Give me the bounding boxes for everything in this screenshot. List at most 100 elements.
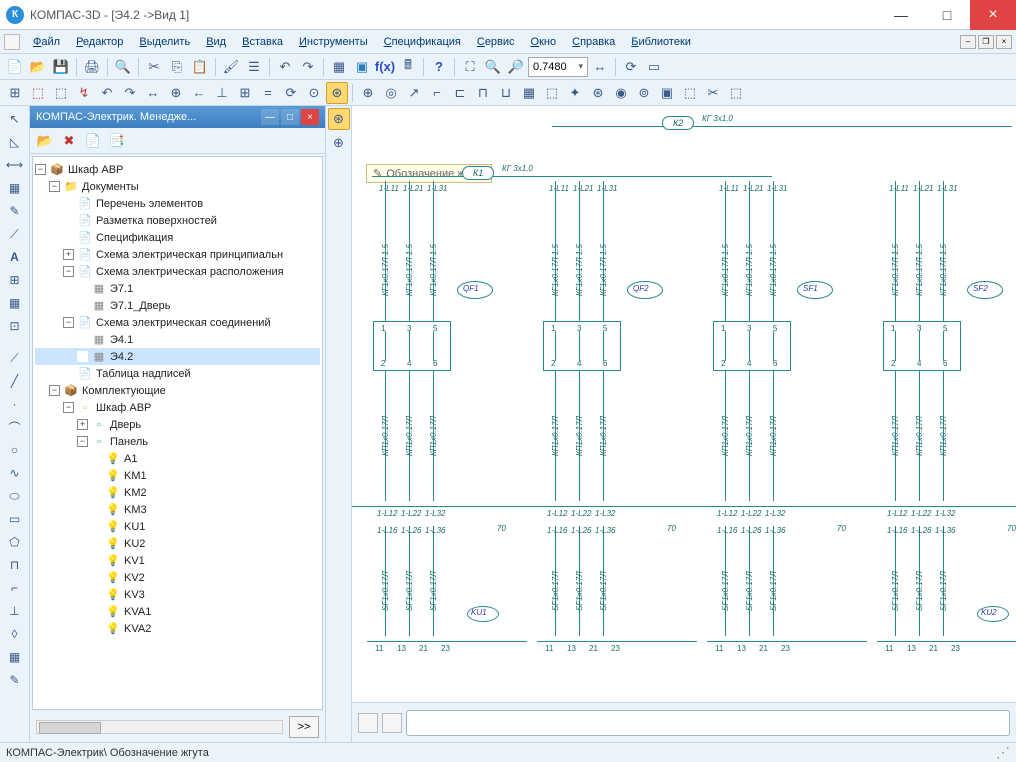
tool-16[interactable]: ◎ (380, 82, 402, 104)
minimize-button[interactable]: — (878, 0, 924, 30)
tool-3[interactable]: ⬚ (50, 82, 72, 104)
panel-close-icon[interactable]: × (301, 109, 319, 125)
panel-open-icon[interactable]: 📂 (34, 130, 56, 152)
tool-24[interactable]: ✦ (564, 82, 586, 104)
tree-item[interactable]: 📄Спецификация (35, 229, 320, 246)
tool-10[interactable]: ⊥ (211, 82, 233, 104)
tool-20[interactable]: ⊓ (472, 82, 494, 104)
sym-icon[interactable]: ⊞ (3, 269, 27, 291)
menu-Сервис[interactable]: Сервис (470, 33, 522, 51)
tool-21[interactable]: ⊔ (495, 82, 517, 104)
tree-item[interactable]: +📄Схема электрическая принципиальн (35, 246, 320, 263)
menu-Спецификация[interactable]: Спецификация (377, 33, 468, 51)
tool-d[interactable]: ◊ (3, 623, 27, 645)
paste-icon[interactable]: 📋 (189, 56, 211, 78)
zoom-out-icon[interactable]: 🔎 (505, 56, 527, 78)
tool-29[interactable]: ⬚ (679, 82, 701, 104)
tool-23[interactable]: ⬚ (541, 82, 563, 104)
poly-icon[interactable]: ⬠ (3, 531, 27, 553)
tool-28[interactable]: ▣ (656, 82, 678, 104)
tool-b[interactable]: ⌐ (3, 577, 27, 599)
maximize-button[interactable]: □ (924, 0, 970, 30)
tree-item[interactable]: −📦Комплектующие (35, 382, 320, 399)
el-icon[interactable]: ⬭ (3, 485, 27, 507)
tool-2[interactable]: ⬚ (27, 82, 49, 104)
tree-item[interactable]: 💡KV1 (35, 552, 320, 569)
window-icon[interactable]: ▭ (643, 56, 665, 78)
tree-item[interactable]: −▫Шкаф АВР (35, 399, 320, 416)
tree-view[interactable]: −📦Шкаф АВР−📁Документы📄Перечень элементов… (32, 156, 323, 710)
line-icon[interactable]: ⟋ (3, 347, 27, 369)
tool-12[interactable]: = (257, 82, 279, 104)
cut-icon2[interactable]: ⟋ (3, 223, 27, 245)
tool-19[interactable]: ⊏ (449, 82, 471, 104)
mdi-restore[interactable]: ❐ (978, 35, 994, 49)
copy-icon[interactable]: ⎘ (166, 56, 188, 78)
mdi-icon[interactable] (4, 34, 20, 50)
tool-7[interactable]: ↔ (142, 82, 164, 104)
menu-Справка[interactable]: Справка (565, 33, 622, 51)
tool-25[interactable]: ⊛ (587, 82, 609, 104)
open-icon[interactable]: 📂 (27, 56, 49, 78)
misc-icon[interactable]: ⊡ (3, 315, 27, 337)
menu-Файл[interactable]: Файл (26, 33, 67, 51)
panel-icon[interactable]: ▣ (351, 56, 373, 78)
menu-Инструменты[interactable]: Инструменты (292, 33, 375, 51)
text-icon[interactable]: ✎ (3, 200, 27, 222)
tool-5[interactable]: ↶ (96, 82, 118, 104)
preview-icon[interactable]: 🔍 (112, 56, 134, 78)
cmd-icon-1[interactable] (358, 713, 378, 733)
spline-icon[interactable]: ∿ (3, 462, 27, 484)
zoom-combo[interactable]: 0.7480 (528, 57, 588, 77)
pan-icon[interactable]: ↔ (589, 56, 611, 78)
tool-27[interactable]: ⊚ (633, 82, 655, 104)
sel-icon[interactable]: ↖ (3, 108, 27, 130)
fx-icon[interactable]: f(x) (374, 56, 396, 78)
tree-item[interactable]: 💡KM1 (35, 467, 320, 484)
tree-item[interactable]: 💡KV2 (35, 569, 320, 586)
save-icon[interactable]: 💾 (50, 56, 72, 78)
menu-Вид[interactable]: Вид (199, 33, 233, 51)
geom-icon[interactable]: ◺ (3, 131, 27, 153)
refresh-icon[interactable]: ⟳ (620, 56, 642, 78)
tool-18[interactable]: ⌐ (426, 82, 448, 104)
help-icon[interactable]: ? (428, 56, 450, 78)
tool-4[interactable]: ↯ (73, 82, 95, 104)
tool-11[interactable]: ⊞ (234, 82, 256, 104)
zoom-in-icon[interactable]: 🔍 (482, 56, 504, 78)
tool-30[interactable]: ✂ (702, 82, 724, 104)
rect-icon[interactable]: ▭ (3, 508, 27, 530)
command-input[interactable] (406, 710, 1010, 736)
menu-Окно[interactable]: Окно (524, 33, 564, 51)
tree-item[interactable]: 📄Таблица надписей (35, 365, 320, 382)
tree-item[interactable]: 📄Перечень элементов (35, 195, 320, 212)
dim-icon[interactable]: ⟷ (3, 154, 27, 176)
tool-e[interactable]: ▦ (3, 646, 27, 668)
menu-Редактор[interactable]: Редактор (69, 33, 130, 51)
props-icon[interactable]: ☰ (243, 56, 265, 78)
tree-item[interactable]: 💡KV3 (35, 586, 320, 603)
tree-item[interactable]: 💡KM3 (35, 501, 320, 518)
tree-item[interactable]: 💡KVA2 (35, 620, 320, 637)
tool-9[interactable]: ← (188, 82, 210, 104)
calc-icon[interactable]: 🖩 (397, 56, 419, 78)
close-button[interactable]: × (970, 0, 1016, 30)
tree-item[interactable]: 💡KM2 (35, 484, 320, 501)
tree-item[interactable]: ▦Э4.2 (35, 348, 320, 365)
tool-17[interactable]: ↗ (403, 82, 425, 104)
arc-icon[interactable]: ⌒ (3, 416, 27, 438)
lib-icon[interactable]: ▦ (328, 56, 350, 78)
tool-14[interactable]: ⊙ (303, 82, 325, 104)
panel-new-icon[interactable]: 📄 (82, 130, 104, 152)
tool-8[interactable]: ⊕ (165, 82, 187, 104)
tbl-icon[interactable]: ▦ (3, 292, 27, 314)
undo-icon[interactable]: ↶ (274, 56, 296, 78)
tree-item[interactable]: 💡KU2 (35, 535, 320, 552)
conn-icon[interactable]: ⊕ (328, 132, 350, 154)
panel-exp-icon[interactable]: 📑 (106, 130, 128, 152)
tree-item[interactable]: ▦Э7.1_Дверь (35, 297, 320, 314)
tree-item[interactable]: −📄Схема электрическая соединений (35, 314, 320, 331)
hatch-icon[interactable]: ▦ (3, 177, 27, 199)
tree-item[interactable]: ▦Э4.1 (35, 331, 320, 348)
tool-a[interactable]: ⊓ (3, 554, 27, 576)
